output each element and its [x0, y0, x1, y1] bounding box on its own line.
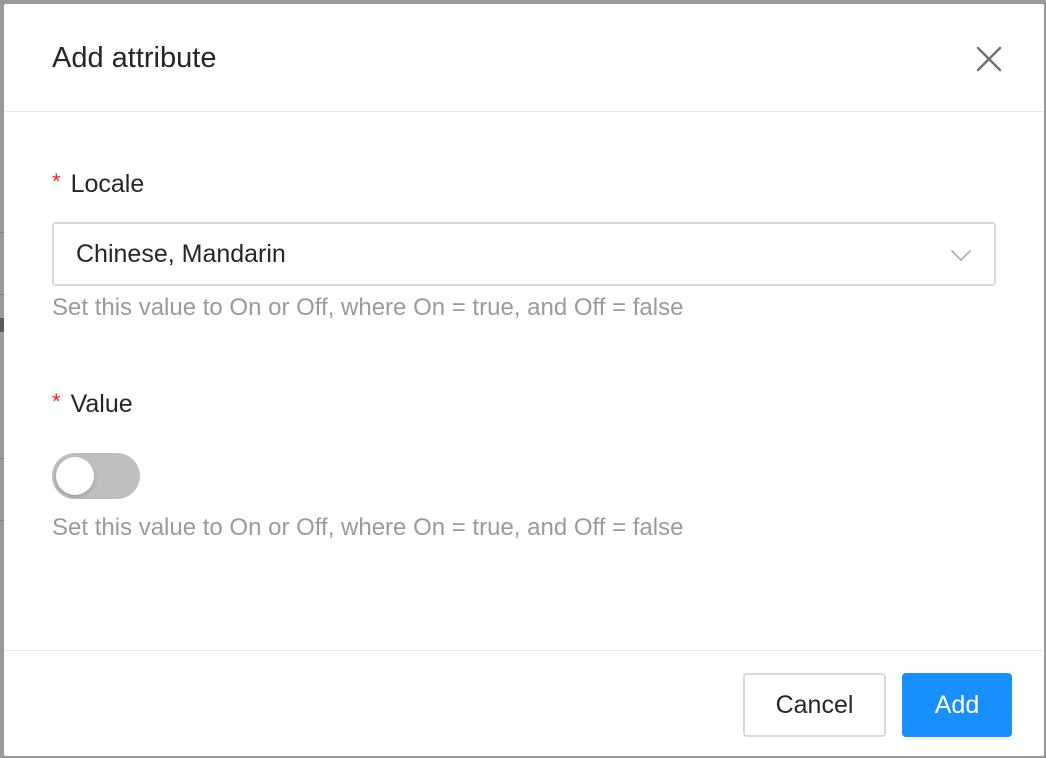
cancel-button[interactable]: Cancel: [743, 673, 886, 737]
modal-footer: Cancel Add: [4, 650, 1044, 756]
locale-help-text: Set this value to On or Off, where On = …: [52, 294, 684, 321]
value-label: * Value: [52, 388, 133, 421]
close-button[interactable]: [970, 42, 1006, 78]
toggle-knob: [56, 457, 94, 495]
add-button[interactable]: Add: [902, 673, 1012, 737]
add-attribute-dialog: Add attribute * Locale Chinese, Mandarin …: [4, 4, 1044, 756]
modal-title: Add attribute: [52, 42, 217, 74]
value-help-text: Set this value to On or Off, where On = …: [52, 514, 684, 541]
required-mark: *: [52, 169, 61, 194]
locale-select-value: Chinese, Mandarin: [76, 240, 286, 268]
locale-label-text: Locale: [70, 170, 145, 198]
locale-select[interactable]: Chinese, Mandarin: [52, 222, 996, 286]
required-mark: *: [52, 389, 61, 414]
modal-header: Add attribute: [4, 4, 1044, 112]
value-toggle-switch[interactable]: [52, 453, 140, 499]
close-icon: [976, 46, 1002, 72]
chevron-down-icon: [951, 250, 971, 261]
locale-label: * Locale: [52, 168, 144, 201]
value-label-text: Value: [70, 390, 133, 418]
